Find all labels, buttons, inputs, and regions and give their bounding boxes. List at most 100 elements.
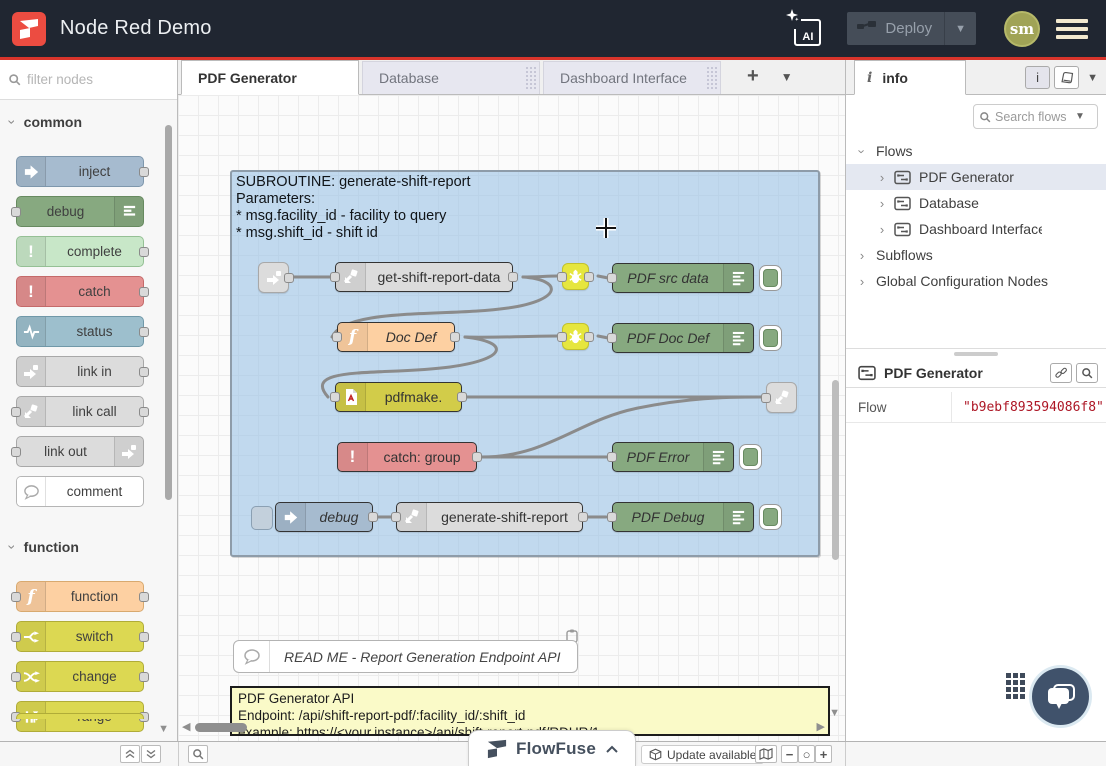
sidebar-caret-icon[interactable]: ▼ — [1087, 72, 1098, 84]
input-port[interactable] — [332, 332, 342, 342]
palette-scroll-down-icon[interactable]: ▼ — [158, 723, 169, 735]
chevron-right-icon[interactable]: › — [856, 248, 868, 263]
palette-category-common[interactable]: › common — [0, 100, 177, 140]
output-port[interactable] — [139, 367, 149, 377]
palette-node-debug[interactable]: debug — [16, 196, 144, 227]
output-port[interactable] — [139, 327, 149, 337]
palette-filter[interactable] — [0, 60, 177, 100]
output-port[interactable] — [508, 272, 518, 282]
node-pdf-doc-def[interactable]: PDF Doc Def — [612, 323, 754, 353]
info-view-button[interactable]: i — [1025, 66, 1050, 89]
link-in-node[interactable] — [258, 262, 289, 293]
debug-trace-node[interactable] — [562, 263, 589, 290]
main-menu-button[interactable] — [1056, 15, 1088, 43]
canvas-scroll-down-icon[interactable]: ▼ — [829, 707, 840, 719]
chat-widget-button[interactable] — [1032, 668, 1089, 725]
zoom-out-button[interactable]: − — [781, 745, 798, 763]
flow-list-caret-icon[interactable]: ▼ — [781, 70, 793, 94]
debug-toggle-button[interactable] — [759, 504, 782, 530]
tree-global-config[interactable]: › Global Configuration Nodes — [846, 268, 1106, 294]
output-port[interactable] — [584, 272, 594, 282]
input-port[interactable] — [557, 272, 567, 282]
input-port[interactable] — [607, 512, 617, 522]
palette-node-catch[interactable]: ! catch — [16, 276, 144, 307]
node-doc-def[interactable]: f Doc Def — [337, 322, 455, 352]
node-pdfmake[interactable]: pdfmake. — [335, 382, 462, 412]
chevron-right-icon[interactable]: › — [876, 170, 888, 185]
palette-expand-all-button[interactable] — [141, 745, 161, 763]
debug-toggle-button[interactable] — [759, 325, 782, 351]
palette-collapse-all-button[interactable] — [120, 745, 140, 763]
tree-flow-pdf-generator[interactable]: › PDF Generator — [846, 164, 1106, 190]
search-flow-button[interactable] — [1076, 363, 1098, 383]
palette-node-status[interactable]: status — [16, 316, 144, 347]
node-inject-debug[interactable]: debug — [275, 502, 373, 532]
input-port[interactable] — [11, 672, 21, 682]
tree-flows-root[interactable]: › Flows — [846, 138, 1106, 164]
node-generate-shift-report[interactable]: generate-shift-report — [396, 502, 583, 532]
input-port[interactable] — [11, 632, 21, 642]
input-port[interactable] — [11, 207, 21, 217]
copy-link-button[interactable] — [1050, 363, 1072, 383]
node-pdf-error[interactable]: PDF Error — [612, 442, 734, 472]
chevron-down-icon[interactable]: › — [855, 145, 870, 157]
update-available-button[interactable]: Update available — [641, 745, 764, 764]
output-port[interactable] — [578, 512, 588, 522]
node-readme-comment[interactable]: READ ME - Report Generation Endpoint API — [233, 640, 578, 673]
palette-node-inject[interactable]: inject — [16, 156, 144, 187]
debug-toggle-button[interactable] — [739, 444, 762, 470]
input-port[interactable] — [11, 592, 21, 602]
palette-node-switch[interactable]: switch — [16, 621, 144, 652]
node-pdf-src-data[interactable]: PDF src data — [612, 263, 754, 293]
deploy-caret-icon[interactable]: ▼ — [945, 23, 976, 35]
palette-category-function[interactable]: › function — [0, 525, 177, 565]
input-port[interactable] — [330, 392, 340, 402]
output-port[interactable] — [139, 592, 149, 602]
output-port[interactable] — [450, 332, 460, 342]
input-port[interactable] — [761, 393, 771, 403]
chevron-right-icon[interactable]: › — [856, 274, 868, 289]
output-port[interactable] — [457, 392, 467, 402]
user-avatar[interactable]: sm — [1004, 11, 1040, 47]
deploy-button[interactable]: Deploy ▼ — [847, 12, 976, 45]
link-out-node[interactable] — [766, 382, 797, 413]
tree-subflows[interactable]: › Subflows — [846, 242, 1106, 268]
zoom-in-button[interactable]: + — [815, 745, 832, 763]
output-port[interactable] — [139, 672, 149, 682]
input-port[interactable] — [330, 272, 340, 282]
palette-node-complete[interactable]: ! complete — [16, 236, 144, 267]
inject-trigger-button[interactable] — [251, 506, 273, 530]
api-note-block[interactable]: PDF Generator API Endpoint: /api/shift-r… — [230, 686, 830, 736]
help-book-button[interactable] — [1054, 66, 1079, 89]
add-flow-button[interactable]: + — [747, 65, 759, 94]
palette-node-comment[interactable]: comment — [16, 476, 144, 507]
tab-dashboard-interface[interactable]: Dashboard Interface — [543, 61, 721, 94]
tree-flow-database[interactable]: › Database — [846, 190, 1106, 216]
output-port[interactable] — [584, 332, 594, 342]
palette-node-function[interactable]: f function — [16, 581, 144, 612]
zoom-reset-button[interactable]: ○ — [798, 745, 815, 763]
input-port[interactable] — [391, 512, 401, 522]
sidebar-splitter[interactable] — [846, 348, 1106, 355]
debug-trace-node[interactable] — [562, 323, 589, 350]
input-port[interactable] — [11, 407, 21, 417]
canvas-horizontal-scrollbar[interactable] — [195, 723, 247, 732]
sidebar-tab-info[interactable]: i info — [854, 60, 966, 95]
flowfuse-button[interactable]: FlowFuse — [468, 730, 636, 766]
palette-node-link-in[interactable]: link in — [16, 356, 144, 387]
widget-drag-handle[interactable] — [1006, 673, 1026, 717]
flow-canvas[interactable]: SUBROUTINE: generate-shift-report Parame… — [178, 95, 845, 741]
node-get-shift-report-data[interactable]: get-shift-report-data — [335, 262, 513, 292]
flow-search-box[interactable]: ▼ — [973, 104, 1098, 129]
input-port[interactable] — [607, 273, 617, 283]
output-port[interactable] — [139, 247, 149, 257]
input-port[interactable] — [557, 332, 567, 342]
chevron-right-icon[interactable]: › — [876, 222, 888, 237]
tree-flow-dashboard-interface[interactable]: › Dashboard Interface — [846, 216, 1106, 242]
palette-node-link-out[interactable]: link out — [16, 436, 144, 467]
canvas-vertical-scrollbar[interactable] — [832, 380, 839, 560]
node-pdf-debug[interactable]: PDF Debug — [612, 502, 754, 532]
tab-pdf-generator[interactable]: PDF Generator — [181, 60, 359, 95]
node-catch-group[interactable]: ! catch: group — [337, 442, 477, 472]
canvas-search-button[interactable] — [188, 745, 208, 763]
